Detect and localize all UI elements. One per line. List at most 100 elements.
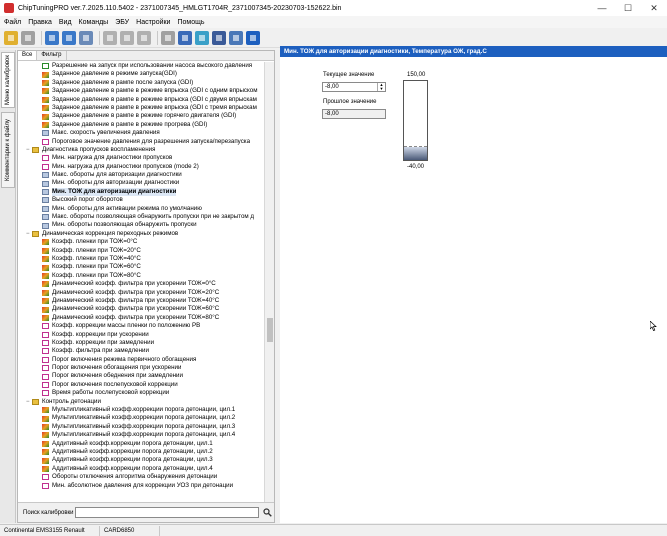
tree-item[interactable]: Динамический коэфф. фильтра при ускорени… — [18, 280, 265, 288]
tree-item[interactable]: Динамический коэфф. фильтра при ускорени… — [18, 314, 265, 322]
tree-item[interactable]: Порог включения обеднения при замедлении — [18, 372, 265, 380]
tree-item[interactable]: Аддитивный коэфф.коррекции порога детона… — [18, 440, 265, 448]
settings-icon — [233, 34, 239, 41]
map-icon — [42, 407, 49, 414]
tree-item[interactable]: Мин. абсолютное давления для коррекции У… — [18, 482, 265, 490]
open-dropdown-icon — [25, 34, 31, 41]
tree-item[interactable]: Макс. обороты для авторизации диагностик… — [18, 171, 265, 179]
undo-button[interactable] — [103, 30, 117, 45]
tree-item[interactable]: Заданное давление в режиме запуска(GDI) — [18, 70, 265, 78]
tree-folder[interactable]: − Контроль детонации — [18, 398, 265, 406]
tree-item[interactable]: Коэфф. коррекции при замедлении — [18, 339, 265, 347]
close-button[interactable]: ✕ — [641, 0, 667, 16]
toolbar — [0, 28, 667, 48]
tree-item[interactable]: Динамический коэфф. фильтра при ускорени… — [18, 297, 265, 305]
scrollbar-thumb[interactable] — [267, 318, 273, 342]
tree-item[interactable]: Мин. обороты позволяющая обнаружить проп… — [18, 221, 265, 229]
tree-item[interactable]: Порог включения режима первичного обогащ… — [18, 356, 265, 364]
tree-item[interactable]: Заданное давление в рампе в режиме впрыс… — [18, 96, 265, 104]
open-folder-button[interactable] — [4, 30, 18, 45]
current-value-text: -8,00 — [325, 84, 339, 90]
tree-item[interactable]: Обороты отключения алгоритма обнаружения… — [18, 473, 265, 481]
tree-item[interactable]: Заданное давление в рампе в режиме горяч… — [18, 112, 265, 120]
menu-help[interactable]: Помощь — [174, 19, 207, 26]
tree-item[interactable]: Мультипликативный коэфф.коррекции порога… — [18, 406, 265, 414]
tree-item-label: Аддитивный коэфф.коррекции порога детона… — [52, 464, 213, 472]
tree-item[interactable]: Мультипликативный коэфф.коррекции порога… — [18, 423, 265, 431]
maximize-button[interactable]: ☐ — [615, 0, 641, 16]
tree-item[interactable]: Коэфф. пленки при ТОЖ=40°C — [18, 255, 265, 263]
tree-item[interactable]: Динамический коэфф. фильтра при ускорени… — [18, 305, 265, 313]
map-icon — [42, 239, 49, 246]
calibrate-button[interactable] — [212, 30, 226, 45]
tree-item[interactable]: Время работы послепусковой коррекции — [18, 389, 265, 397]
tree-item-label: Заданное давление в режиме запуска(GDI) — [52, 70, 177, 78]
tree-item[interactable]: Мин. обороты для авторизации диагностики — [18, 179, 265, 187]
save-as-button[interactable] — [62, 30, 76, 45]
menu-view[interactable]: Вид — [56, 19, 75, 26]
const-icon — [42, 172, 49, 179]
tree-item[interactable]: Заданное давление в рампе в режиме впрыс… — [18, 87, 265, 95]
settings-button[interactable] — [229, 30, 243, 45]
map-icon — [42, 272, 49, 279]
menu-ecu[interactable]: ЭБУ — [112, 19, 132, 26]
tree-item[interactable]: Заданное давление в рампе в режиме впрыс… — [18, 104, 265, 112]
tree-item[interactable]: Аддитивный коэфф.коррекции порога детона… — [18, 448, 265, 456]
tree-item[interactable]: Порог включения обогащения при ускорении — [18, 364, 265, 372]
save-button[interactable] — [45, 30, 59, 45]
tab-filter[interactable]: Фильтр — [37, 51, 67, 60]
tree-item[interactable]: Коэфф. коррекции массы пленки по положен… — [18, 322, 265, 330]
tree-item[interactable]: Коэфф. пленки при ТОЖ=0°C — [18, 238, 265, 246]
tab-file-comments[interactable]: Комментарии к файлу — [1, 112, 15, 188]
value-spinner[interactable]: ▲ ▼ — [377, 83, 385, 91]
tree-item[interactable]: Мин. обороты для активации режима по умо… — [18, 205, 265, 213]
menu-edit[interactable]: Правка — [25, 19, 55, 26]
open-dropdown-button[interactable] — [21, 30, 35, 45]
compare-button[interactable] — [79, 30, 93, 45]
tree-item[interactable]: Высокий порог оборотов — [18, 196, 265, 204]
tree-item[interactable]: Коэфф. коррекции при ускорении — [18, 331, 265, 339]
tree-folder[interactable]: − Диагностика пропусков воспламенения — [18, 146, 265, 154]
tree-item[interactable]: Разрешение на запуск при использовании н… — [18, 62, 265, 70]
redo-button[interactable] — [120, 30, 134, 45]
current-value-input[interactable]: -8,00 ▲ ▼ — [322, 82, 386, 92]
menu-commands[interactable]: Команды — [76, 19, 112, 26]
tool-button[interactable] — [161, 30, 175, 45]
checksum-button[interactable] — [178, 30, 192, 45]
tree-item[interactable]: Мин. нагрузка для диагностики пропусков … — [18, 163, 265, 171]
tab-calibration-menu[interactable]: Меню калибровок — [1, 52, 15, 108]
tree-item[interactable]: Заданное давление в рампе в режиме прогр… — [18, 121, 265, 129]
connect-button[interactable] — [195, 30, 209, 45]
tree-item[interactable]: Мин. ТОЖ для авторизации диагностики — [18, 187, 265, 197]
tree-item[interactable]: Пороговое значение давления для разрешен… — [18, 138, 265, 146]
search-input[interactable] — [75, 507, 259, 518]
tree-item[interactable]: Коэфф. фильтра при замедлении — [18, 347, 265, 355]
info-button[interactable] — [246, 30, 260, 45]
tree-item[interactable]: Мультипликативный коэфф.коррекции порога… — [18, 414, 265, 422]
tree-item[interactable]: Динамический коэфф. фильтра при ускорени… — [18, 289, 265, 297]
tree-scrollbar[interactable] — [264, 62, 274, 502]
tree-folder[interactable]: − Динамическая коррекция переходных режим… — [18, 230, 265, 238]
tree-item[interactable]: Мин. нагрузка для диагностики пропусков — [18, 154, 265, 162]
tree-item[interactable]: Аддитивный коэфф.коррекции порога детона… — [18, 456, 265, 464]
save-as-icon — [66, 34, 72, 41]
copy-button[interactable] — [137, 30, 151, 45]
tree-item[interactable]: Мультипликативный коэфф.коррекции порога… — [18, 431, 265, 439]
tree-item[interactable]: Порог включения послепусковой коррекции — [18, 381, 265, 389]
tree-item[interactable]: Коэфф. пленки при ТОЖ=80°C — [18, 272, 265, 280]
save-icon — [49, 34, 55, 41]
tree-item[interactable]: Коэфф. пленки при ТОЖ=60°C — [18, 263, 265, 271]
calibration-tree-panel: Все Фильтр Разрешение на запуск при испо… — [17, 50, 275, 523]
menu-file[interactable]: Файл — [1, 19, 24, 26]
tab-all[interactable]: Все — [18, 51, 38, 60]
tree-item[interactable]: Макс. скорость увеличения давления — [18, 129, 265, 137]
tree-item[interactable]: Макс. обороты позволяющая обнаружить про… — [18, 213, 265, 221]
tree-item[interactable]: Коэфф. пленки при ТОЖ=20°C — [18, 247, 265, 255]
search-button[interactable] — [261, 507, 273, 518]
curve-icon — [42, 340, 49, 347]
minimize-button[interactable]: — — [589, 0, 615, 16]
menu-settings[interactable]: Настройки — [133, 19, 173, 26]
tree-item[interactable]: Заданное давление в рампе после запуска … — [18, 79, 265, 87]
tree-item[interactable]: Аддитивный коэфф.коррекции порога детона… — [18, 465, 265, 473]
map-icon — [42, 465, 49, 472]
